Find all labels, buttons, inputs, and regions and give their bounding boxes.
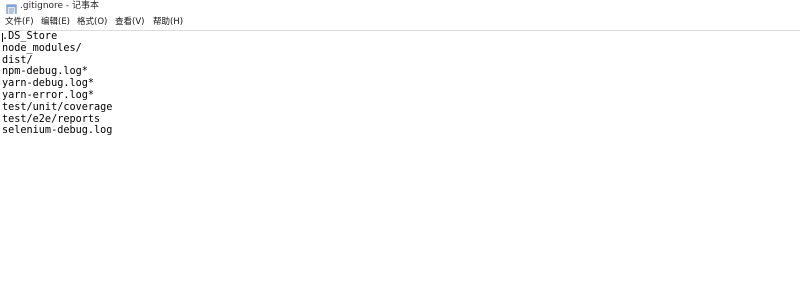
text-line: yarn-error.log*: [2, 89, 95, 101]
menu-view[interactable]: 查看(V): [114, 16, 145, 28]
text-line: yarn-debug.log*: [2, 78, 95, 90]
text-line: node_modules/: [2, 42, 82, 54]
window-title: .gitignore - 记事本: [20, 1, 100, 11]
text-editor-area[interactable]: .DS_Store node_modules/ dist/ npm-debug.…: [0, 30, 800, 300]
text-caret: [2, 33, 3, 42]
title-bar[interactable]: .gitignore - 记事本: [0, 0, 800, 16]
text-content: .DS_Store node_modules/ dist/ npm-debug.…: [2, 31, 112, 137]
text-line: npm-debug.log*: [2, 66, 88, 78]
menu-format[interactable]: 格式(O): [76, 16, 108, 28]
text-line: .DS_Store: [2, 31, 58, 42]
notepad-window: .gitignore - 记事本 文件(F) 编辑(E) 格式(O) 查看(V)…: [0, 0, 800, 300]
text-line: dist/: [2, 54, 33, 66]
notepad-icon: [6, 1, 17, 16]
menu-edit[interactable]: 编辑(E): [40, 16, 71, 28]
menu-bar: 文件(F) 编辑(E) 格式(O) 查看(V) 帮助(H): [0, 14, 800, 30]
text-line: selenium-debug.log: [2, 125, 113, 137]
menu-help[interactable]: 帮助(H): [152, 16, 184, 28]
text-line: test/e2e/reports: [2, 113, 101, 125]
menu-file[interactable]: 文件(F): [4, 16, 35, 28]
text-line: test/unit/coverage: [2, 101, 113, 113]
